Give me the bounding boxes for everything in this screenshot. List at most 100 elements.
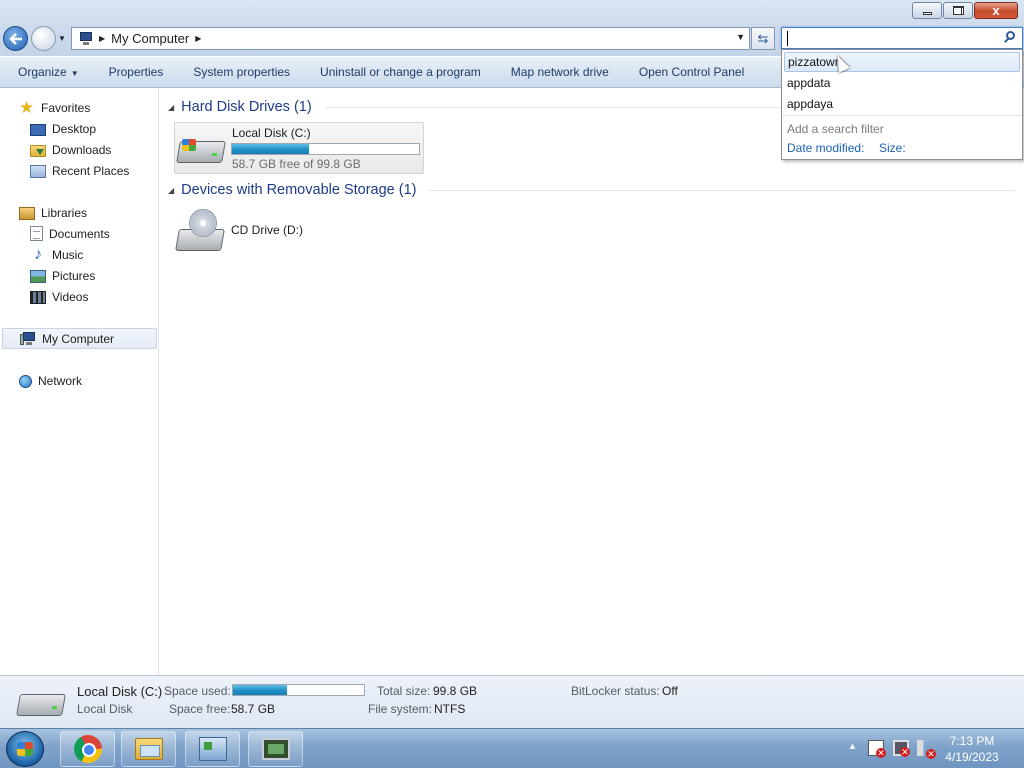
sidebar-item-videos[interactable]: Videos [30,286,88,307]
sidebar-item-label: Desktop [52,121,97,136]
volume-muted-icon[interactable] [917,740,936,759]
taskbar-explorer[interactable] [121,731,176,767]
suggestion-item[interactable]: appdata [784,73,1020,93]
restore-button[interactable] [943,2,973,19]
start-button[interactable] [6,731,44,767]
downloads-folder-icon [30,144,46,157]
breadcrumb-arrow-icon[interactable]: ▶ [99,34,105,43]
explorer-icon [134,738,163,760]
sidebar-item-label: Pictures [52,268,96,283]
show-hidden-icons-button[interactable]: ▲ [848,741,857,751]
space-free-value: 58.7 GB [231,702,276,716]
sidebar-item-label: Network [38,373,83,388]
windows-logo-icon [17,742,33,756]
file-system-value: NTFS [434,702,466,716]
minimize-icon [922,12,932,15]
suggestion-item[interactable]: pizzatown [784,52,1020,72]
properties-button[interactable]: Properties [94,60,179,84]
drive-local-disk-c[interactable]: Local Disk (C:) 58.7 GB free of 99.8 GB [174,122,424,174]
computer-icon [20,331,36,347]
documents-icon [30,226,43,241]
address-dropdown-icon[interactable]: ▼ [736,32,745,42]
recent-pages-button[interactable]: ▼ [58,34,66,43]
total-size-label: Total size: [377,684,431,698]
network-status-icon[interactable] [893,740,910,757]
organize-label: Organize [18,65,67,79]
sidebar-item-label: Recent Places [52,163,130,178]
sidebar-item-recent-places[interactable]: Recent Places [30,160,129,181]
cd-drive-icon[interactable] [175,209,225,253]
search-filter-hint: Add a search filter [787,122,884,136]
sidebar-item-favorites[interactable]: ★ Favorites [19,97,90,118]
disk-usage-bar [231,143,420,155]
libraries-icon [19,206,35,220]
navigation-pane: ★ Favorites Desktop Downloads Recent Plac… [0,88,159,675]
star-icon: ★ [19,97,35,117]
breadcrumb-arrow-icon[interactable]: ▶ [195,34,201,43]
sidebar-item-label: Documents [49,226,110,241]
search-suggestions: pizzatown appdata appdaya Add a search f… [781,49,1023,160]
forward-button[interactable] [31,26,56,51]
control-panel-icon [198,737,227,761]
sidebar-item-label: My Computer [42,331,115,346]
back-arrow-icon [8,32,22,45]
taskbar-image-viewer[interactable] [248,731,303,767]
search-input[interactable] [781,27,1023,49]
sidebar-item-pictures[interactable]: Pictures [30,265,95,286]
space-used-label: Space used: [164,684,231,698]
search-icon[interactable] [1003,31,1017,45]
image-viewer-icon [261,738,290,760]
sidebar-item-documents[interactable]: Documents [30,223,110,244]
pictures-icon [30,269,46,283]
system-clock[interactable]: 7:13 PM 4/19/2023 [942,733,1002,765]
sidebar-item-libraries[interactable]: Libraries [19,202,87,223]
sidebar-item-desktop[interactable]: Desktop [30,118,96,139]
sidebar-item-label: Downloads [52,142,112,157]
close-button[interactable]: x [974,2,1018,19]
details-title: Local Disk (C:) [77,684,163,699]
group-divider [428,190,1015,191]
sidebar-item-downloads[interactable]: Downloads [30,139,111,160]
sidebar-item-label: Music [52,247,84,262]
sidebar-item-network[interactable]: Network [19,370,82,391]
taskbar-control-panel[interactable] [185,731,240,767]
music-note-icon: ♪ [34,245,42,263]
suggestion-item[interactable]: appdaya [784,94,1020,114]
collapse-arrow-icon[interactable]: ◢ [168,103,174,112]
group-title: Hard Disk Drives (1) [181,99,312,115]
group-title: Devices with Removable Storage (1) [181,182,417,198]
drive-cd-d-label[interactable]: CD Drive (D:) [231,223,303,237]
file-system-label: File system: [368,702,433,716]
group-header-hard-disk-drives[interactable]: ◢ Hard Disk Drives (1) [168,97,312,117]
sidebar-item-label: Favorites [41,100,91,115]
details-subtitle: Local Disk [77,702,133,716]
windows-logo-icon [182,139,196,151]
drive-name: Local Disk (C:) [232,126,311,140]
clock-time: 7:13 PM [949,734,995,748]
breadcrumb-my-computer[interactable]: My Computer [111,31,189,46]
sidebar-item-my-computer[interactable]: My Computer [2,328,157,349]
filter-date-modified-link[interactable]: Date modified: [787,141,864,155]
map-network-drive-button[interactable]: Map network drive [496,60,624,84]
collapse-arrow-icon[interactable]: ◢ [168,186,174,195]
back-button[interactable] [3,26,28,51]
clock-date: 4/19/2023 [945,750,999,764]
divider [782,115,1022,116]
title-bar: x [0,0,1024,22]
sidebar-item-music[interactable]: ♪ Music [30,244,83,265]
system-properties-button[interactable]: System properties [178,60,305,84]
total-size-value: 99.8 GB [433,684,478,698]
refresh-button[interactable]: ⇆ [751,27,775,50]
organize-menu[interactable]: Organize ▼ [0,60,94,84]
minimize-button[interactable] [912,2,942,19]
restore-icon [952,6,964,15]
desktop-icon [30,123,46,136]
taskbar-chrome[interactable] [60,731,115,767]
action-center-icon[interactable] [868,740,886,758]
open-control-panel-button[interactable]: Open Control Panel [624,60,759,84]
address-bar[interactable]: ▶ My Computer ▶ ▼ [71,27,750,50]
group-header-removable-storage[interactable]: ◢ Devices with Removable Storage (1) [168,180,416,200]
uninstall-program-button[interactable]: Uninstall or change a program [305,60,496,84]
filter-size-link[interactable]: Size: [879,141,906,155]
window-controls: x [911,2,1018,19]
